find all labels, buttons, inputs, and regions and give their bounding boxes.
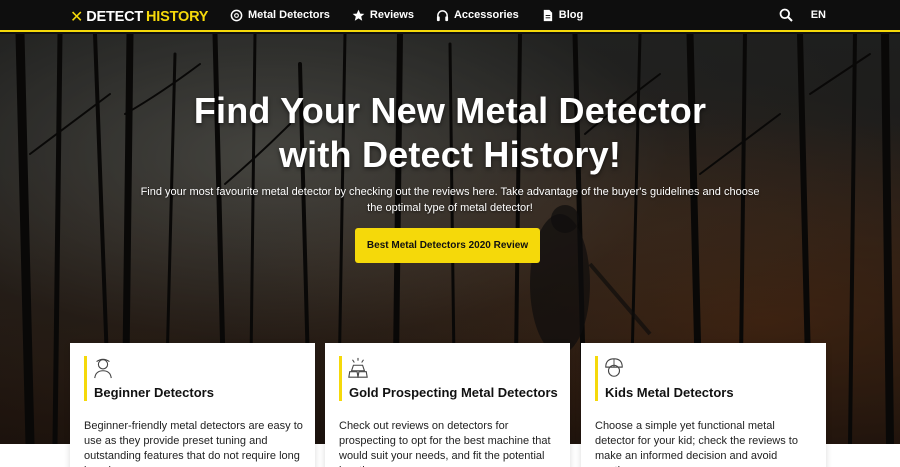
beginner-person-icon xyxy=(94,358,112,379)
nav-item-label: Reviews xyxy=(369,9,414,21)
card-accent-bar xyxy=(595,356,598,401)
card-accent-bar xyxy=(339,356,342,401)
card-text: Beginner-friendly metal detectors are ea… xyxy=(84,420,303,467)
nav-item-label: Accessories xyxy=(453,9,519,21)
logo-x-icon: ✕ xyxy=(70,9,84,26)
nav-item-metal-detectors[interactable]: Metal Detectors xyxy=(230,9,330,22)
card-title: Beginner Detectors xyxy=(94,385,214,400)
document-icon xyxy=(543,9,552,21)
main-menu: Metal Detectors Reviews Accessories Blog xyxy=(230,0,605,30)
nav-item-accessories[interactable]: Accessories xyxy=(436,9,519,22)
search-icon[interactable] xyxy=(779,8,793,22)
hero-title-line1: Find Your New Metal Detector xyxy=(193,90,707,131)
language-switcher[interactable]: EN xyxy=(811,9,826,21)
nav-item-reviews[interactable]: Reviews xyxy=(352,9,414,22)
gold-bar-icon xyxy=(348,357,368,378)
card-accent-bar xyxy=(84,356,87,401)
card-title: Gold Prospecting Metal Detectors xyxy=(349,385,558,400)
headphones-icon xyxy=(436,9,449,21)
category-card-beginner[interactable]: Beginner Detectors Beginner-friendly met… xyxy=(70,343,315,467)
nav-item-label: Blog xyxy=(558,9,584,21)
card-text: Check out reviews on detectors for prosp… xyxy=(339,420,551,467)
nav-item-label: Metal Detectors xyxy=(248,9,330,21)
top-navbar: ✕ DETECT HISTORY Metal Detectors Reviews… xyxy=(0,0,900,32)
star-icon xyxy=(352,9,365,21)
hero-subtitle: Find your most favourite metal detector … xyxy=(140,186,760,214)
category-card-kids[interactable]: Kids Metal Detectors Choose a simple yet… xyxy=(581,343,826,467)
hero-title: Find Your New Metal Detector with Detect… xyxy=(0,89,900,177)
category-card-gold-prospecting[interactable]: Gold Prospecting Metal Detectors Check o… xyxy=(325,343,570,467)
logo-word-history: HISTORY xyxy=(146,9,209,25)
hero-title-line2: with Detect History! xyxy=(278,134,622,175)
metal-detector-icon xyxy=(230,9,243,21)
card-title: Kids Metal Detectors xyxy=(605,385,734,400)
kid-helmet-icon xyxy=(605,358,623,377)
nav-item-blog[interactable]: Blog xyxy=(541,9,583,22)
site-logo[interactable]: ✕ DETECT HISTORY xyxy=(70,7,208,27)
card-text: Choose a simple yet functional metal det… xyxy=(595,420,798,467)
logo-word-detect: DETECT xyxy=(86,9,144,25)
best-detectors-review-button[interactable]: Best Metal Detectors 2020 Review xyxy=(355,228,540,263)
nav-right: EN xyxy=(779,0,826,30)
